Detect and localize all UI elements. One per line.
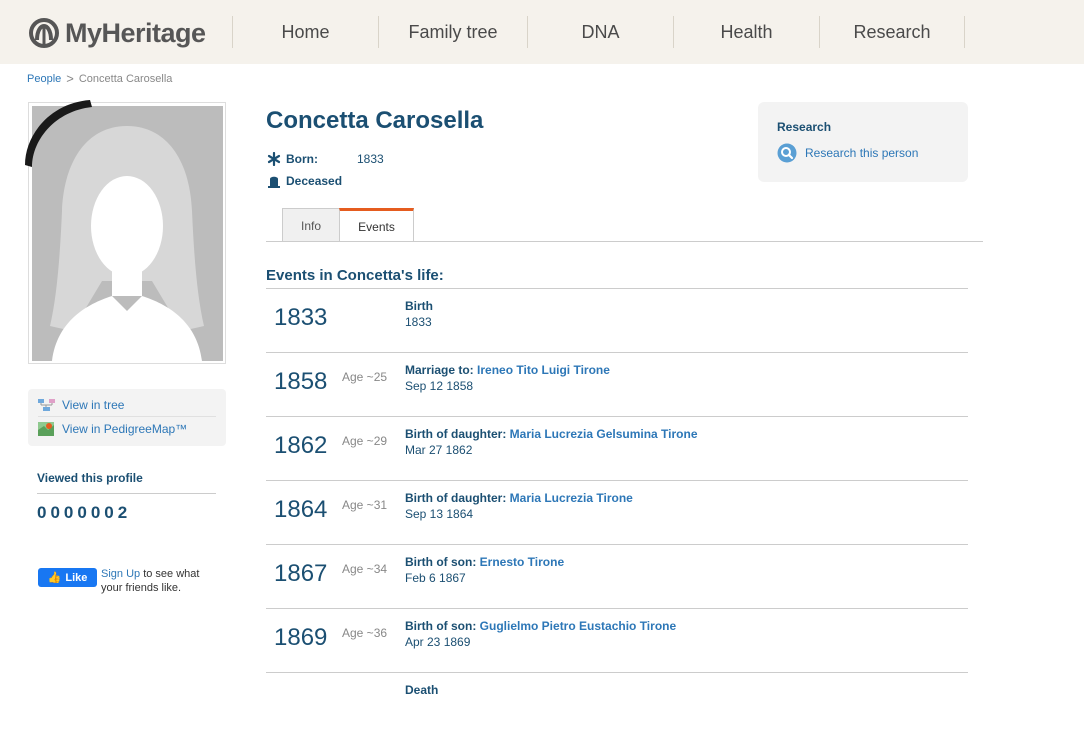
profile-actions-box: View in tree View in PedigreeMap™ [28, 389, 226, 446]
nav-research[interactable]: Research [819, 16, 965, 48]
view-in-pedigreemap-label: View in PedigreeMap™ [62, 422, 188, 436]
person-name: Concetta Carosella [266, 107, 484, 134]
deceased-label: Deceased [286, 174, 343, 188]
event-age: Age ~36 [342, 626, 388, 640]
thumbs-up-icon: 👍 [47, 572, 62, 584]
research-this-person-link[interactable]: Research this person [777, 143, 918, 163]
mourning-ribbon-icon [25, 100, 92, 167]
myheritage-logo[interactable]: MyHeritage [27, 17, 206, 49]
research-box: Research Research this person [758, 102, 968, 182]
event-type-label: Birth [405, 299, 433, 313]
facebook-like-text: Sign Up to see what your friends like. [101, 567, 221, 595]
facebook-signup-link[interactable]: Sign Up [101, 568, 140, 580]
links-divider [38, 416, 216, 417]
research-title: Research [777, 120, 832, 134]
search-icon [777, 143, 797, 163]
event-age: Age ~31 [342, 498, 388, 512]
event-person-link[interactable]: Guglielmo Pietro Eustachio Tirone [480, 619, 676, 633]
view-in-tree-label: View in tree [62, 398, 125, 412]
event-year: 1858 [274, 368, 328, 395]
event-person-link[interactable]: Maria Lucrezia Gelsumina Tirone [510, 427, 698, 441]
tabs-underline [266, 241, 983, 242]
viewed-profile-title: Viewed this profile [37, 471, 143, 485]
view-in-pedigreemap-link[interactable]: View in PedigreeMap™ [38, 419, 187, 439]
event-person-link[interactable]: Ireneo Tito Luigi Tirone [477, 363, 610, 377]
event-year: 1869 [274, 624, 328, 651]
event-row: 1869 Age ~36 Birth of son: Guglielmo Pie… [266, 609, 968, 673]
event-row: 1858 Age ~25 Marriage to: Ireneo Tito Lu… [266, 353, 968, 417]
breadcrumb-separator: > [66, 71, 74, 86]
logo-text: MyHeritage [65, 18, 206, 48]
event-row: 1867 Age ~34 Birth of son: Ernesto Tiron… [266, 545, 968, 609]
viewed-divider [37, 493, 216, 494]
birth-star-icon [267, 152, 281, 166]
tab-events[interactable]: Events [339, 208, 414, 242]
born-fact: Born: 1833 [267, 151, 384, 167]
tombstone-icon [268, 176, 280, 188]
event-type: Birth of son: Guglielmo Pietro Eustachio… [405, 619, 676, 633]
event-person-link[interactable]: Ernesto Tirone [480, 555, 564, 569]
event-type: Marriage to: Ireneo Tito Luigi Tirone [405, 363, 610, 377]
view-in-tree-link[interactable]: View in tree [38, 395, 124, 415]
event-type-label: Marriage to: [405, 363, 474, 377]
events-heading: Events in Concetta's life: [266, 267, 444, 284]
event-date: Sep 12 1858 [405, 379, 474, 393]
nav-health[interactable]: Health [673, 16, 819, 48]
event-row: 1833 Birth 1833 [266, 289, 968, 353]
event-type: Birth of daughter: Maria Lucrezia Gelsum… [405, 427, 698, 441]
facebook-like-button[interactable]: 👍 Like [38, 568, 97, 587]
event-year: 1864 [274, 496, 328, 523]
event-date: Mar 27 1862 [405, 443, 473, 457]
event-person-link[interactable]: Maria Lucrezia Tirone [510, 491, 633, 505]
event-type: Birth [405, 299, 433, 313]
event-type-label: Birth of daughter: [405, 427, 507, 441]
event-type-label: Birth of son: [405, 555, 477, 569]
event-year: 1862 [274, 432, 328, 459]
event-date: Apr 23 1869 [405, 635, 471, 649]
event-type: Birth of son: Ernesto Tirone [405, 555, 564, 569]
event-year: 1867 [274, 560, 328, 587]
event-age: Age ~29 [342, 434, 388, 448]
born-label: Born: [286, 152, 318, 166]
facebook-like-label: Like [65, 571, 88, 584]
breadcrumb: People > Concetta Carosella [27, 71, 172, 86]
nav-home[interactable]: Home [232, 16, 378, 48]
nav-dna[interactable]: DNA [527, 16, 673, 48]
event-date: 1833 [405, 315, 432, 329]
event-date: Feb 6 1867 [405, 571, 466, 585]
main-nav: Home Family tree DNA Health Research [232, 16, 965, 48]
event-type: Birth of daughter: Maria Lucrezia Tirone [405, 491, 633, 505]
event-row: 1864 Age ~31 Birth of daughter: Maria Lu… [266, 481, 968, 545]
map-icon [38, 422, 54, 436]
myheritage-logo-icon [29, 18, 59, 48]
born-value: 1833 [357, 152, 384, 166]
research-this-person-label: Research this person [805, 146, 919, 160]
site-header: MyHeritage Home Family tree DNA Health R… [0, 0, 1084, 64]
event-age: Age ~25 [342, 370, 388, 384]
event-type: Death [405, 683, 438, 697]
event-year: 1833 [274, 304, 328, 331]
breadcrumb-people-link[interactable]: People [27, 73, 61, 85]
deceased-fact: Deceased [267, 173, 342, 189]
tab-info[interactable]: Info [282, 208, 340, 242]
event-type-label: Death [405, 683, 439, 697]
viewed-profile-count: 0000002 [37, 503, 132, 522]
event-type-label: Birth of son: [405, 619, 477, 633]
event-row: Death [266, 673, 968, 734]
event-row: 1862 Age ~29 Birth of daughter: Maria Lu… [266, 417, 968, 481]
nav-family-tree[interactable]: Family tree [378, 16, 527, 48]
tree-icon [38, 399, 55, 411]
breadcrumb-current: Concetta Carosella [78, 72, 173, 85]
event-age: Age ~34 [342, 562, 388, 576]
event-type-label: Birth of daughter: [405, 491, 507, 505]
event-date: Sep 13 1864 [405, 507, 474, 521]
